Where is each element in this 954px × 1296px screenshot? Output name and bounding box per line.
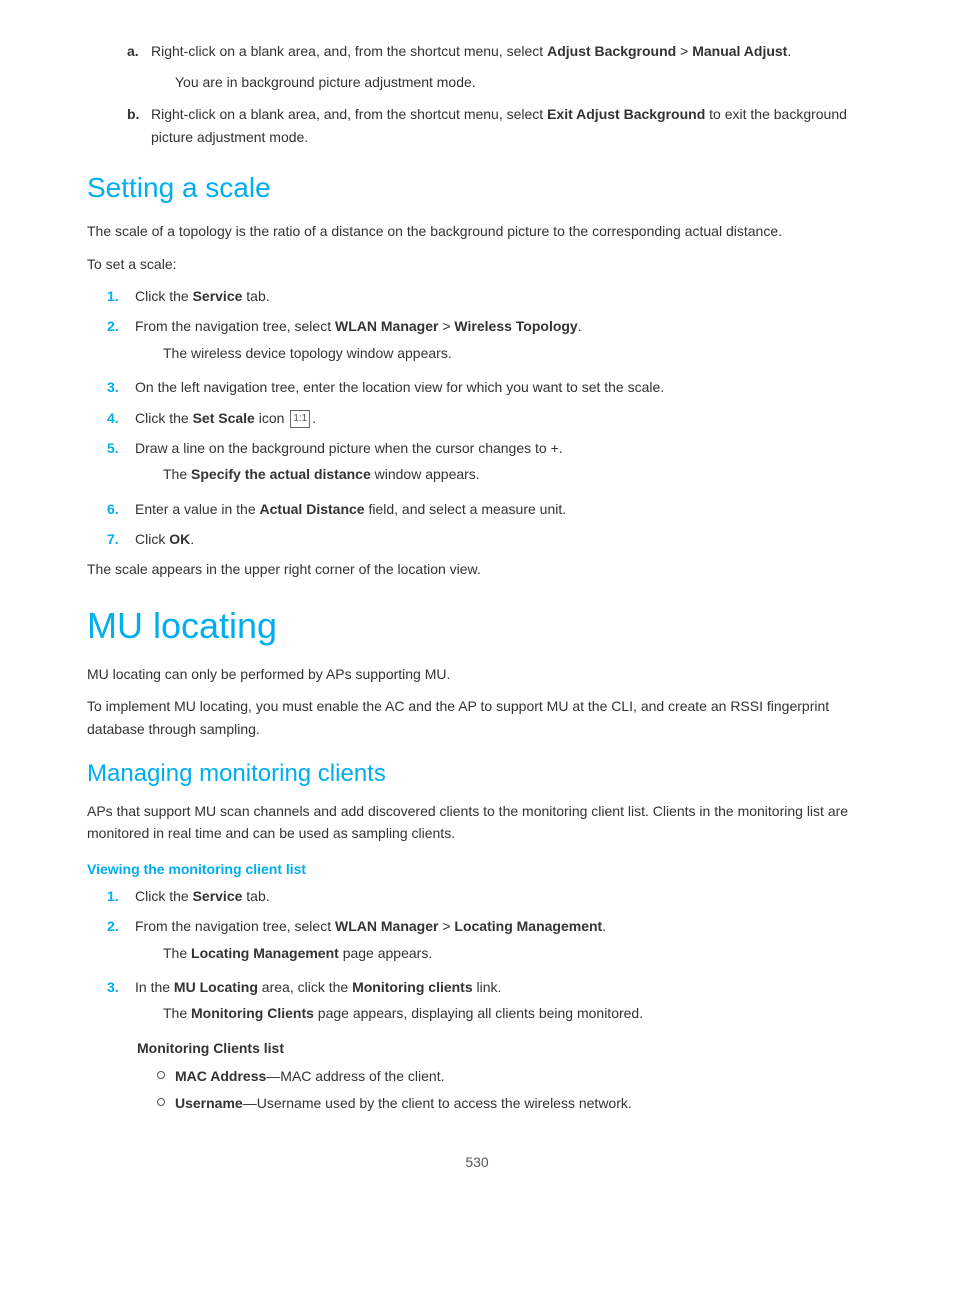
scale-step-5: 5. Draw a line on the background picture… bbox=[107, 437, 867, 490]
scale-step-1: 1. Click the Service tab. bbox=[107, 285, 867, 307]
step-a-bold2: Manual Adjust bbox=[692, 43, 787, 59]
step-b: b. Right-click on a blank area, and, fro… bbox=[127, 103, 867, 148]
setting-scale-steps: 1. Click the Service tab. 2. From the na… bbox=[107, 285, 867, 551]
mu-locating-body2: To implement MU locating, you must enabl… bbox=[87, 695, 867, 740]
scale-step-6-content: Enter a value in the Actual Distance fie… bbox=[135, 498, 867, 520]
scale-step-5-content: Draw a line on the background picture wh… bbox=[135, 437, 867, 490]
step-a-text-before: Right-click on a blank area, and, from t… bbox=[151, 43, 547, 59]
bullet-icon-username bbox=[157, 1098, 165, 1106]
scale-step-7: 7. Click OK. bbox=[107, 528, 867, 550]
managing-clients-title: Managing monitoring clients bbox=[87, 760, 867, 788]
view-step-2-note: The Locating Management page appears. bbox=[163, 942, 867, 964]
viewing-client-list-title: Viewing the monitoring client list bbox=[87, 861, 867, 877]
scale-step-3-content: On the left navigation tree, enter the l… bbox=[135, 376, 867, 398]
page-content: a. Right-click on a blank area, and, fro… bbox=[0, 0, 954, 1296]
view-step-2: 2. From the navigation tree, select WLAN… bbox=[107, 915, 867, 968]
view-step-3: 3. In the MU Locating area, click the Mo… bbox=[107, 976, 867, 1029]
mu-locating-title: MU locating bbox=[87, 605, 867, 647]
page-number: 530 bbox=[465, 1154, 488, 1170]
view-step-3-note: The Monitoring Clients page appears, dis… bbox=[163, 1002, 867, 1024]
top-steps-block: a. Right-click on a blank area, and, fro… bbox=[87, 40, 867, 148]
list-item-mac: MAC Address—MAC address of the client. bbox=[157, 1065, 867, 1087]
setting-scale-body1: The scale of a topology is the ratio of … bbox=[87, 220, 867, 242]
setting-scale-body2: To set a scale: bbox=[87, 253, 867, 275]
scale-step-4-num: 4. bbox=[107, 407, 135, 429]
scale-step-2-note: The wireless device topology window appe… bbox=[163, 342, 867, 364]
monitoring-clients-list: MAC Address—MAC address of the client. U… bbox=[157, 1065, 867, 1114]
managing-clients-body1: APs that support MU scan channels and ad… bbox=[87, 800, 867, 845]
monitoring-clients-list-block: Monitoring Clients list MAC Address—MAC … bbox=[137, 1037, 867, 1114]
step-a-label: a. bbox=[127, 40, 147, 62]
setting-scale-title: Setting a scale bbox=[87, 172, 867, 204]
scale-step-4-content: Click the Set Scale icon 1:1. bbox=[135, 407, 867, 429]
scale-step-1-num: 1. bbox=[107, 285, 135, 307]
step-b-label: b. bbox=[127, 103, 147, 148]
scale-step-3: 3. On the left navigation tree, enter th… bbox=[107, 376, 867, 398]
step-b-bold1: Exit Adjust Background bbox=[547, 106, 705, 122]
bullet-icon-mac bbox=[157, 1071, 165, 1079]
list-item-username: Username—Username used by the client to … bbox=[157, 1092, 867, 1114]
view-step-1: 1. Click the Service tab. bbox=[107, 885, 867, 907]
step-a-content: Right-click on a blank area, and, from t… bbox=[151, 40, 867, 62]
step-a-text-end: . bbox=[787, 43, 791, 59]
list-item-mac-text: MAC Address—MAC address of the client. bbox=[175, 1065, 867, 1087]
step-a-bold1: Adjust Background bbox=[547, 43, 676, 59]
scale-step-7-num: 7. bbox=[107, 528, 135, 550]
step-b-content: Right-click on a blank area, and, from t… bbox=[151, 103, 867, 148]
scale-step-1-content: Click the Service tab. bbox=[135, 285, 867, 307]
scale-step-5-num: 5. bbox=[107, 437, 135, 490]
step-a-text-mid: > bbox=[676, 43, 692, 59]
scale-step-2-num: 2. bbox=[107, 315, 135, 368]
scale-step-4: 4. Click the Set Scale icon 1:1. bbox=[107, 407, 867, 429]
setting-scale-footer: The scale appears in the upper right cor… bbox=[87, 558, 867, 580]
scale-step-7-content: Click OK. bbox=[135, 528, 867, 550]
view-step-1-content: Click the Service tab. bbox=[135, 885, 867, 907]
monitoring-clients-list-title: Monitoring Clients list bbox=[137, 1040, 284, 1056]
view-step-2-num: 2. bbox=[107, 915, 135, 968]
mu-locating-body1: MU locating can only be performed by APs… bbox=[87, 663, 867, 685]
scale-step-6-num: 6. bbox=[107, 498, 135, 520]
view-step-3-num: 3. bbox=[107, 976, 135, 1029]
step-a-note: You are in background picture adjustment… bbox=[175, 72, 867, 93]
view-step-2-content: From the navigation tree, select WLAN Ma… bbox=[135, 915, 867, 968]
scale-step-3-num: 3. bbox=[107, 376, 135, 398]
page-footer: 530 bbox=[87, 1154, 867, 1170]
view-step-1-num: 1. bbox=[107, 885, 135, 907]
set-scale-icon: 1:1 bbox=[290, 410, 310, 428]
scale-step-2: 2. From the navigation tree, select WLAN… bbox=[107, 315, 867, 368]
step-b-text-before: Right-click on a blank area, and, from t… bbox=[151, 106, 547, 122]
list-item-username-text: Username—Username used by the client to … bbox=[175, 1092, 867, 1114]
scale-step-2-content: From the navigation tree, select WLAN Ma… bbox=[135, 315, 867, 368]
step-a: a. Right-click on a blank area, and, fro… bbox=[127, 40, 867, 62]
view-step-3-content: In the MU Locating area, click the Monit… bbox=[135, 976, 867, 1029]
viewing-client-steps: 1. Click the Service tab. 2. From the na… bbox=[107, 885, 867, 1029]
scale-step-5-note: The Specify the actual distance window a… bbox=[163, 463, 867, 485]
scale-step-6: 6. Enter a value in the Actual Distance … bbox=[107, 498, 867, 520]
